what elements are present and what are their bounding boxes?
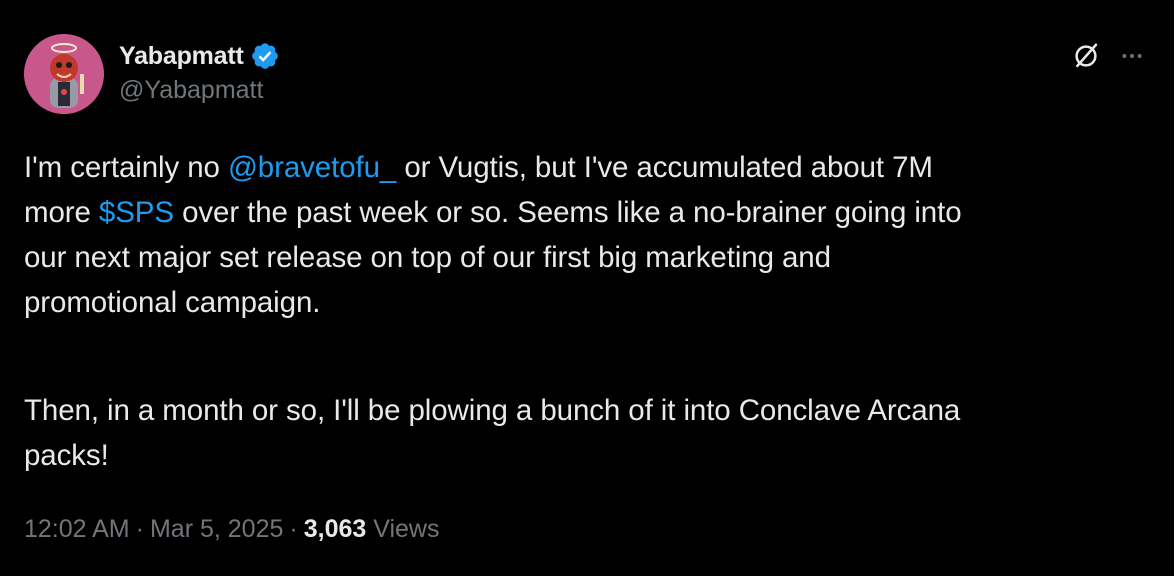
avatar[interactable] bbox=[24, 34, 104, 114]
tweet-time[interactable]: 12:02 AM bbox=[24, 515, 130, 543]
verified-badge-icon[interactable] bbox=[250, 41, 280, 71]
text-segment: I'm certainly no bbox=[24, 151, 228, 184]
tweet-text-line: Then, in a month or so, I'll be plowing … bbox=[24, 394, 961, 427]
avatar-image bbox=[24, 34, 104, 114]
tweet-text-line: promotional campaign. bbox=[24, 286, 321, 319]
tweet-date[interactable]: Mar 5, 2025 bbox=[150, 515, 283, 543]
grok-icon[interactable] bbox=[1068, 38, 1104, 74]
views-count[interactable]: 3,063 bbox=[304, 515, 367, 543]
text-segment: more bbox=[24, 196, 99, 229]
header-actions bbox=[1068, 38, 1150, 74]
display-name-row: Yabapmatt bbox=[119, 38, 280, 74]
author-handle[interactable]: @Yabapmatt bbox=[119, 76, 280, 105]
display-name[interactable]: Yabapmatt bbox=[119, 42, 244, 71]
tweet-text-line: packs! bbox=[24, 439, 109, 472]
tweet-text-line: our next major set release on top of our… bbox=[24, 241, 831, 274]
tweet-text-line: more $SPS over the past week or so. Seem… bbox=[24, 190, 1150, 235]
views-label: Views bbox=[373, 515, 440, 543]
tweet-text: I'm certainly no @bravetofu_ or Vugtis, … bbox=[24, 145, 1150, 478]
meta-separator: · bbox=[135, 515, 144, 543]
tweet-meta: 12:02 AM · Mar 5, 2025 · 3,063 Views bbox=[24, 515, 439, 544]
text-segment: over the past week or so. Seems like a n… bbox=[173, 196, 962, 229]
meta-separator: · bbox=[289, 515, 298, 543]
text-segment: or Vugtis, but I've accumulated about 7M bbox=[396, 151, 933, 184]
tweet-header: Yabapmatt @Yabapmatt bbox=[24, 34, 1150, 114]
tweet-text-line: I'm certainly no @bravetofu_ or Vugtis, … bbox=[24, 145, 1150, 190]
author-names: Yabapmatt @Yabapmatt bbox=[119, 38, 280, 105]
tweet-card: Yabapmatt @Yabapmatt I'm certainly no @b… bbox=[0, 0, 1174, 576]
mention-link[interactable]: @bravetofu_ bbox=[228, 151, 396, 184]
cashtag-link[interactable]: $SPS bbox=[99, 196, 174, 229]
more-icon[interactable] bbox=[1114, 38, 1150, 74]
